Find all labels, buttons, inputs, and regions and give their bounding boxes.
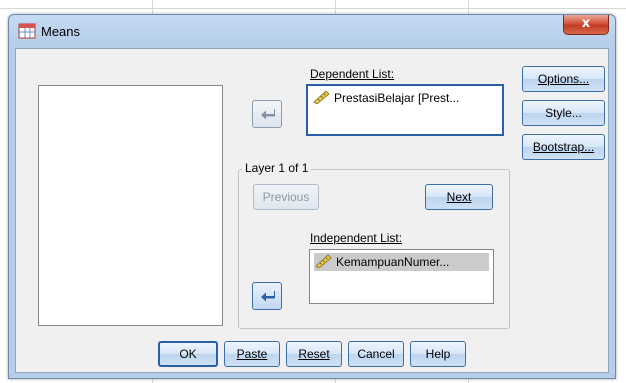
- ok-button-label: OK: [179, 347, 197, 361]
- dependent-list[interactable]: PrestasiBelajar [Prest...: [306, 84, 504, 136]
- title-bar[interactable]: Means x: [9, 15, 615, 47]
- close-button[interactable]: x: [563, 15, 609, 35]
- previous-button-label: Previous: [262, 190, 310, 204]
- arrow-left-icon: [261, 109, 275, 120]
- previous-button[interactable]: Previous: [253, 184, 319, 210]
- paste-button[interactable]: Paste: [224, 341, 280, 367]
- paste-button-label: Paste: [236, 347, 268, 361]
- cancel-button-label: Cancel: [357, 347, 395, 361]
- dependent-list-label: Dependent List:: [310, 67, 394, 81]
- move-to-dependent-button[interactable]: [252, 100, 282, 128]
- scale-ruler-icon: [315, 254, 332, 268]
- reset-button-label: Reset: [298, 347, 330, 361]
- independent-list-label-text: Independent List:: [310, 231, 403, 245]
- table-icon: [18, 23, 36, 39]
- source-variable-list[interactable]: [38, 85, 223, 326]
- help-button-label: Help: [425, 347, 451, 361]
- bootstrap-button[interactable]: Bootstrap...: [522, 134, 605, 160]
- style-button[interactable]: Style...: [522, 100, 605, 126]
- help-button[interactable]: Help: [410, 341, 466, 367]
- cancel-button[interactable]: Cancel: [348, 341, 404, 367]
- independent-list[interactable]: KemampuanNumer...: [309, 249, 494, 304]
- options-button[interactable]: Options...: [522, 66, 605, 92]
- ok-button[interactable]: OK: [158, 341, 218, 367]
- options-button-label: Options...: [537, 72, 590, 86]
- means-dialog: Means x Dependent List: PrestasiBelajar …: [8, 14, 616, 379]
- dialog-body: Dependent List: PrestasiBelajar [Prest..…: [15, 48, 609, 373]
- grid-line: [0, 8, 626, 9]
- dependent-list-label-text: Dependent List:: [310, 67, 395, 81]
- style-button-label: Style...: [545, 106, 582, 120]
- reset-button[interactable]: Reset: [286, 341, 342, 367]
- window-title: Means: [41, 24, 81, 39]
- move-to-independent-button[interactable]: [252, 282, 282, 310]
- layer-group-title: Layer 1 of 1: [242, 161, 312, 175]
- next-button-label: Next: [446, 190, 472, 204]
- arrow-left-icon: [261, 291, 275, 302]
- bootstrap-button-label: Bootstrap...: [532, 140, 595, 154]
- next-button[interactable]: Next: [425, 184, 493, 210]
- list-item[interactable]: PrestasiBelajar [Prest...: [312, 89, 498, 107]
- independent-list-label: Independent List:: [310, 231, 402, 245]
- dependent-item-label: PrestasiBelajar [Prest...: [334, 91, 460, 105]
- independent-item-label: KemampuanNumer...: [336, 255, 450, 269]
- scale-ruler-icon: [313, 90, 330, 104]
- list-item[interactable]: KemampuanNumer...: [314, 253, 489, 271]
